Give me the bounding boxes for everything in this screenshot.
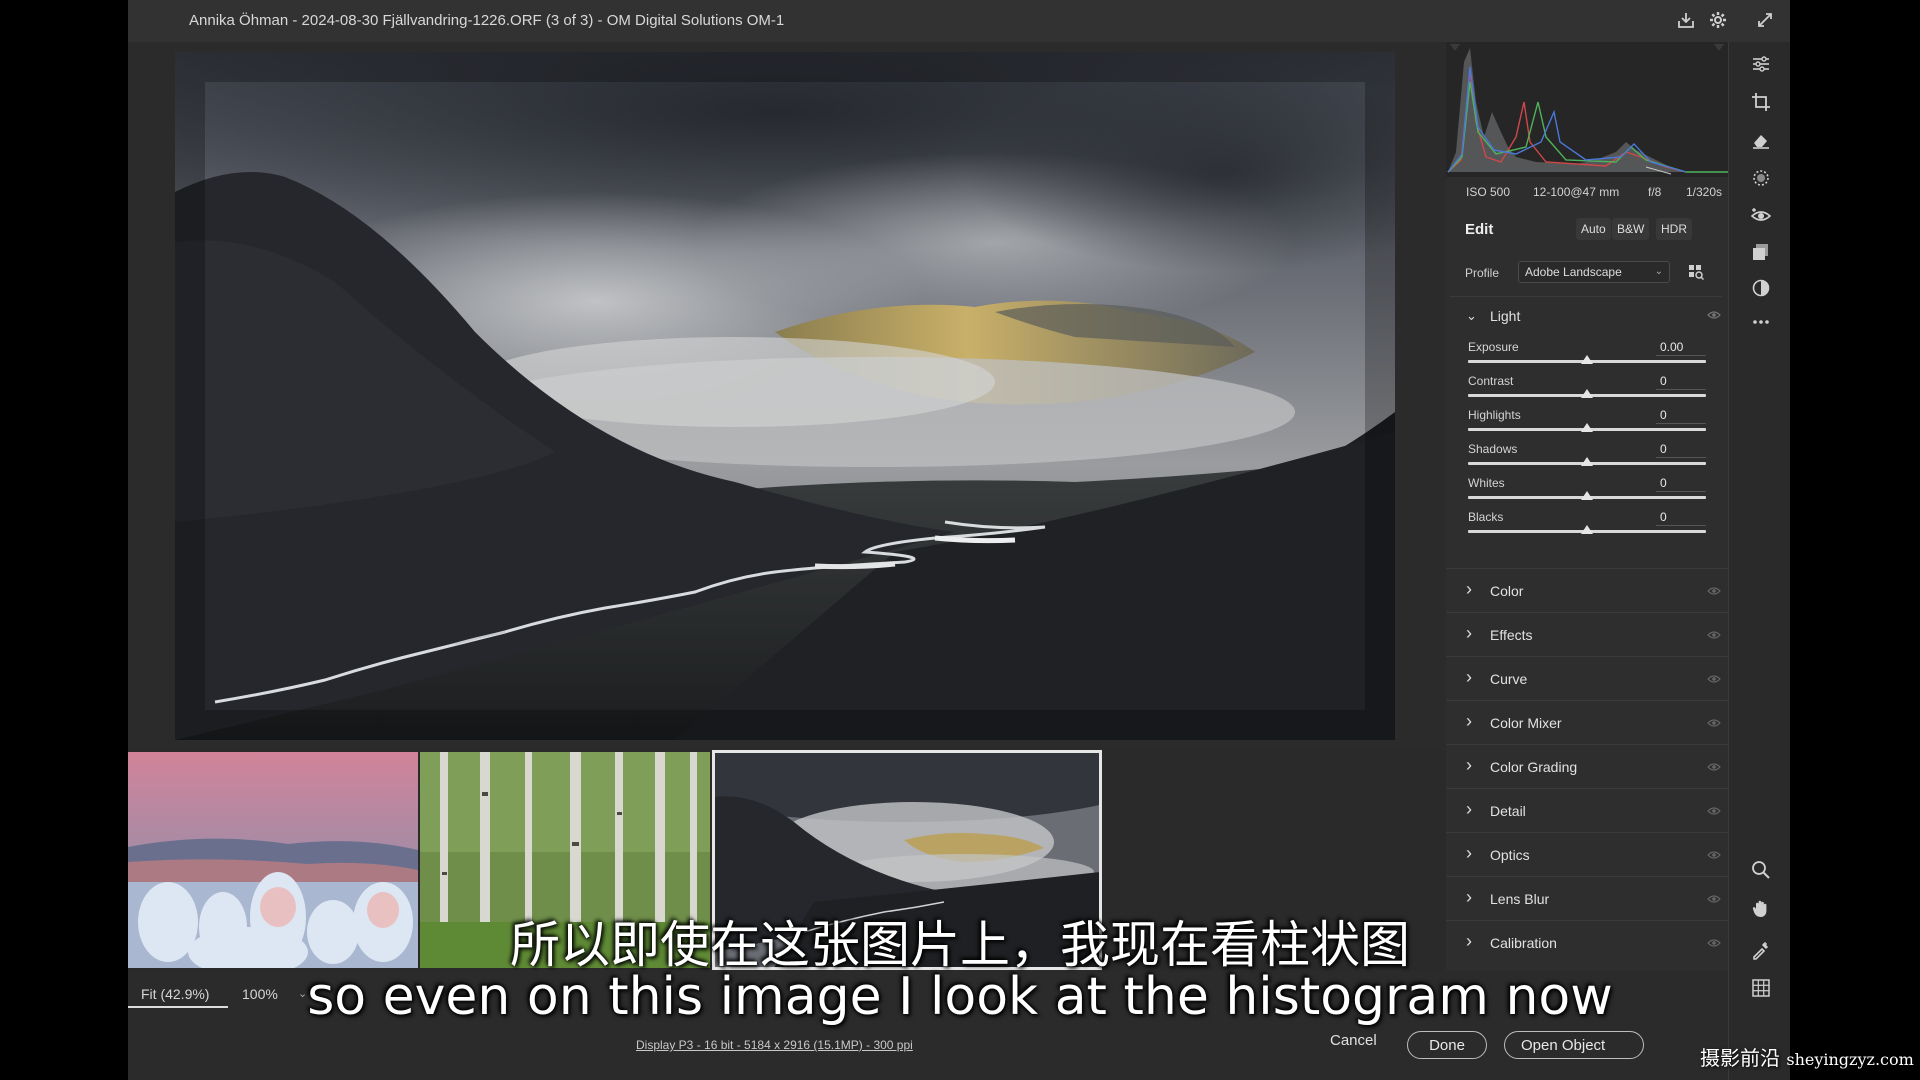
save-icon[interactable] xyxy=(1675,10,1697,32)
section-color-grading[interactable]: › Color Grading xyxy=(1446,744,1728,788)
cancel-button[interactable]: Cancel xyxy=(1330,1032,1377,1049)
profile-label: Profile xyxy=(1465,266,1500,280)
profile-browser-icon[interactable] xyxy=(1688,264,1705,281)
watermark: 摄影前沿 sheyingzyz.com xyxy=(1700,1042,1914,1071)
expand-icon[interactable] xyxy=(1754,10,1776,32)
slider-thumb[interactable] xyxy=(1581,457,1593,466)
visibility-eye-icon[interactable] xyxy=(1707,806,1721,816)
slider-thumb[interactable] xyxy=(1581,525,1593,534)
light-section-header[interactable]: ⌄ Light xyxy=(1446,300,1728,332)
presets-icon[interactable] xyxy=(1751,242,1771,262)
slider-exposure[interactable]: Exposure 0.00 xyxy=(1446,338,1728,372)
slider-value-input[interactable]: 0 xyxy=(1656,372,1706,390)
chevron-right-icon: › xyxy=(1466,579,1472,599)
bw-button[interactable]: B&W xyxy=(1612,218,1650,240)
section-optics[interactable]: › Optics xyxy=(1446,832,1728,876)
settings-gear-icon[interactable] xyxy=(1707,10,1729,32)
section-label: Effects xyxy=(1490,627,1533,643)
red-eye-icon[interactable] xyxy=(1751,206,1771,226)
window-title: Annika Öhman - 2024-08-30 Fjällvandring-… xyxy=(189,12,785,29)
exif-iso: ISO 500 xyxy=(1466,185,1511,199)
chevron-right-icon: › xyxy=(1466,711,1472,731)
slider-value-input[interactable]: 0.00 xyxy=(1656,338,1706,356)
crop-icon[interactable] xyxy=(1751,92,1771,112)
chevron-right-icon: › xyxy=(1466,799,1472,819)
snapshots-icon[interactable] xyxy=(1751,278,1771,298)
slider-label: Exposure xyxy=(1468,340,1519,354)
slider-thumb[interactable] xyxy=(1581,423,1593,432)
profile-select-value: Adobe Landscape xyxy=(1525,265,1622,279)
watermark-url: sheyingzyz.com xyxy=(1786,1050,1914,1069)
visibility-eye-icon[interactable] xyxy=(1707,586,1721,596)
section-label: Color Mixer xyxy=(1490,715,1562,731)
chevron-right-icon: › xyxy=(1466,623,1472,643)
slider-label: Highlights xyxy=(1468,408,1521,422)
visibility-eye-icon[interactable] xyxy=(1707,630,1721,640)
slider-thumb[interactable] xyxy=(1581,355,1593,364)
section-label: Color xyxy=(1490,583,1524,599)
slider-label: Blacks xyxy=(1468,510,1504,524)
section-label: Optics xyxy=(1490,847,1530,863)
edit-title: Edit xyxy=(1465,221,1494,238)
auto-button[interactable]: Auto xyxy=(1576,218,1611,240)
slider-shadows[interactable]: Shadows 0 xyxy=(1446,440,1728,474)
slider-label: Contrast xyxy=(1468,374,1514,388)
exif-lens: 12-100@47 mm xyxy=(1533,185,1620,199)
more-icon[interactable] xyxy=(1751,312,1771,332)
visibility-eye-icon[interactable] xyxy=(1707,850,1721,860)
slider-value-input[interactable]: 0 xyxy=(1656,474,1706,492)
chevron-right-icon: › xyxy=(1466,843,1472,863)
main-photo-preview[interactable] xyxy=(175,52,1395,740)
profile-select[interactable]: Adobe Landscape ⌄ xyxy=(1518,261,1670,283)
visibility-eye-icon[interactable] xyxy=(1707,894,1721,904)
slider-value-input[interactable]: 0 xyxy=(1656,406,1706,424)
visibility-eye-icon[interactable] xyxy=(1707,674,1721,684)
section-color[interactable]: › Color xyxy=(1446,568,1728,612)
slider-whites[interactable]: Whites 0 xyxy=(1446,474,1728,508)
slider-thumb[interactable] xyxy=(1581,491,1593,500)
divider xyxy=(1450,296,1722,297)
light-section-label: Light xyxy=(1490,308,1521,324)
slider-thumb[interactable] xyxy=(1581,389,1593,398)
zoom-icon[interactable] xyxy=(1751,860,1771,880)
edit-sliders-icon[interactable] xyxy=(1751,54,1771,74)
heal-eraser-icon[interactable] xyxy=(1751,130,1771,150)
histogram xyxy=(1446,42,1728,177)
slider-contrast[interactable]: Contrast 0 xyxy=(1446,372,1728,406)
section-detail[interactable]: › Detail xyxy=(1446,788,1728,832)
watermark-chinese: 摄影前沿 xyxy=(1700,1046,1780,1070)
chevron-right-icon: › xyxy=(1466,755,1472,775)
exif-shutter: 1/320s xyxy=(1686,185,1723,199)
section-effects[interactable]: › Effects xyxy=(1446,612,1728,656)
slider-blacks[interactable]: Blacks 0 xyxy=(1446,508,1728,542)
profile-row: Profile Adobe Landscape ⌄ xyxy=(1446,257,1728,287)
section-color-mixer[interactable]: › Color Mixer xyxy=(1446,700,1728,744)
slider-label: Whites xyxy=(1468,476,1505,490)
section-curve[interactable]: › Curve xyxy=(1446,656,1728,700)
open-object-button[interactable]: Open Object xyxy=(1504,1031,1644,1059)
visibility-eye-icon[interactable] xyxy=(1707,310,1721,320)
done-button[interactable]: Done xyxy=(1407,1031,1487,1059)
chevron-right-icon: › xyxy=(1466,667,1472,687)
edit-header: Edit Auto B&W HDR xyxy=(1446,212,1728,246)
slider-value-input[interactable]: 0 xyxy=(1656,508,1706,526)
subtitle-english: so even on this image I look at the hist… xyxy=(307,967,1613,1027)
exif-info: ISO 500 12-100@47 mm f/8 1/320s xyxy=(1446,180,1728,204)
hdr-button[interactable]: HDR xyxy=(1656,218,1692,240)
chevron-down-icon: ⌄ xyxy=(1466,308,1477,323)
slider-value-input[interactable]: 0 xyxy=(1656,440,1706,458)
title-bar: Annika Öhman - 2024-08-30 Fjällvandring-… xyxy=(128,0,1790,42)
mask-icon[interactable] xyxy=(1751,168,1771,188)
chevron-down-icon: ⌄ xyxy=(1654,266,1663,277)
section-label: Detail xyxy=(1490,803,1526,819)
visibility-eye-icon[interactable] xyxy=(1707,762,1721,772)
slider-label: Shadows xyxy=(1468,442,1518,456)
visibility-eye-icon[interactable] xyxy=(1707,718,1721,728)
section-label: Curve xyxy=(1490,671,1528,687)
section-label: Color Grading xyxy=(1490,759,1578,775)
slider-highlights[interactable]: Highlights 0 xyxy=(1446,406,1728,440)
workflow-options-link[interactable]: Display P3 - 16 bit - 5184 x 2916 (15.1M… xyxy=(636,1038,913,1052)
exif-aperture: f/8 xyxy=(1648,185,1662,199)
